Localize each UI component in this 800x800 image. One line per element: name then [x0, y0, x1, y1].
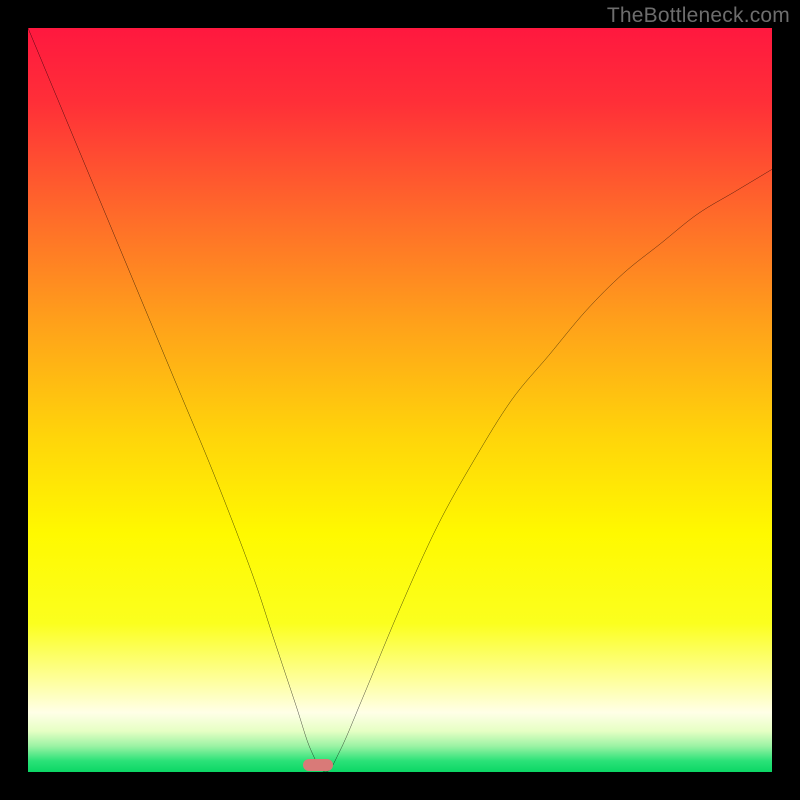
- chart-frame: TheBottleneck.com: [0, 0, 800, 800]
- minimum-marker: [303, 759, 333, 771]
- bottleneck-curve: [28, 28, 772, 772]
- plot-area: [28, 28, 772, 772]
- watermark-text: TheBottleneck.com: [607, 4, 790, 28]
